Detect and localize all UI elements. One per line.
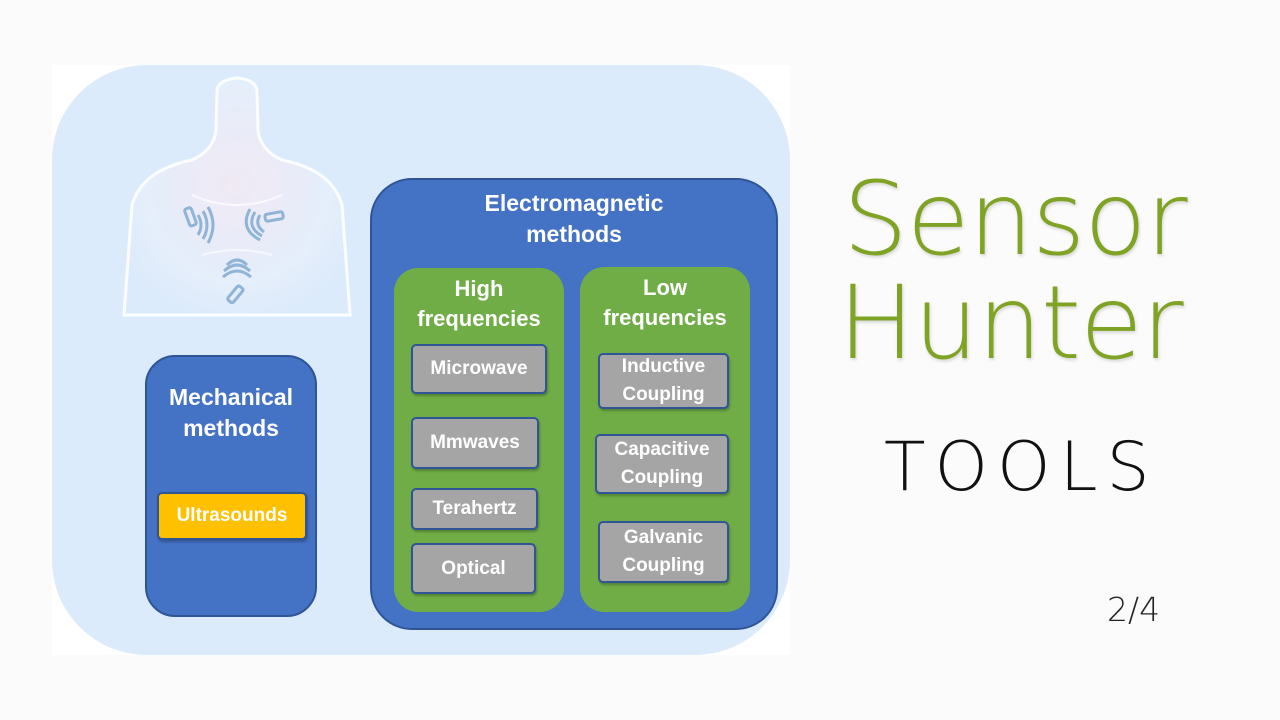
ultrasounds-chip: Ultrasounds [157,492,307,540]
mechanical-methods-box: Mechanical methods Ultrasounds [145,355,317,617]
optical-chip: Optical [411,543,536,594]
low-frequencies-heading: Low frequencies [603,275,727,330]
electromagnetic-methods-box: Electromagnetic methods High frequencies… [370,178,778,630]
title-sensor: Sensor [843,160,1188,279]
capacitive-coupling-chip: Capacitive Coupling [595,434,729,494]
low-frequencies-box: Low frequencies Inductive Coupling Capac… [580,267,750,612]
high-frequencies-box: High frequencies Microwave Mmwaves Terah… [394,268,564,612]
inductive-coupling-chip: Inductive Coupling [598,353,729,409]
title-hunter: Hunter [838,264,1184,383]
mmwaves-chip: Mmwaves [411,417,539,469]
diagram-figure: Mechanical methods Ultrasounds Electroma… [52,65,790,655]
page-indicator: 2/4 [1107,590,1161,629]
microwave-chip: Microwave [411,344,547,394]
diagram-panel: Mechanical methods Ultrasounds Electroma… [52,65,790,655]
terahertz-chip: Terahertz [411,488,538,530]
high-frequencies-heading: High frequencies [417,276,541,331]
subtitle-tools: TOOLS [884,428,1159,507]
human-torso-illustration [122,76,352,317]
galvanic-coupling-chip: Galvanic Coupling [598,521,729,583]
mechanical-methods-heading: Mechanical methods [169,384,293,441]
electromagnetic-methods-heading: Electromagnetic methods [484,190,664,247]
